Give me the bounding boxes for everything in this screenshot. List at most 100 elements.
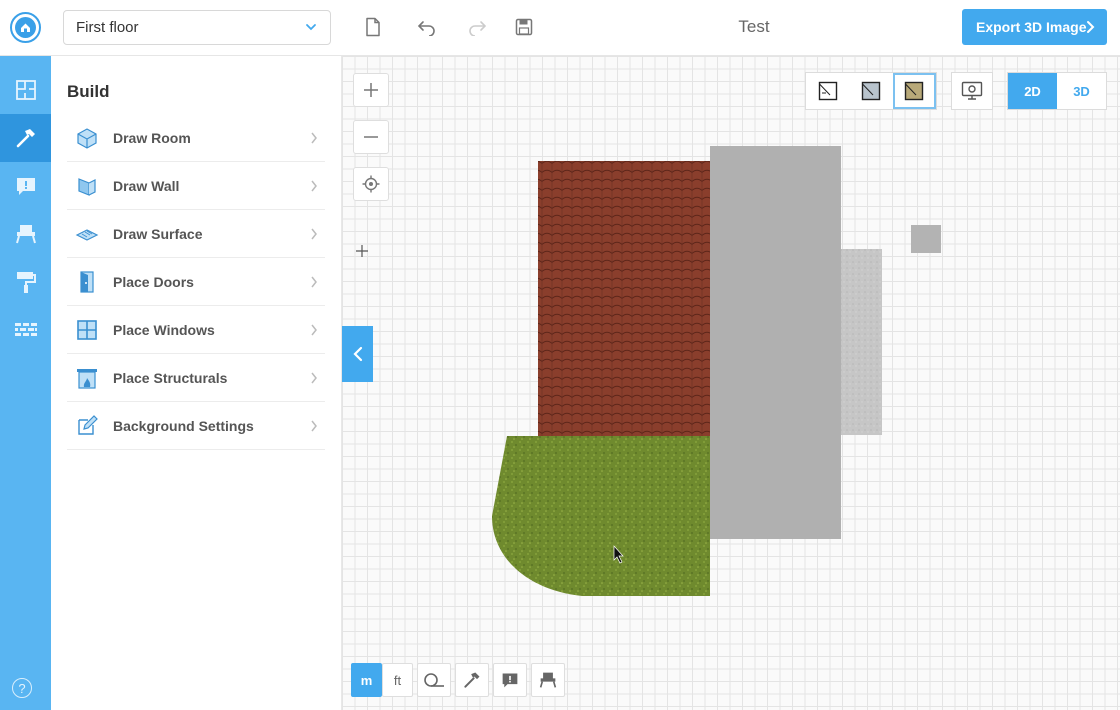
floor-select-value: First floor (76, 19, 139, 36)
floorplan-icon (15, 80, 36, 100)
comment-icon (16, 178, 35, 195)
unit-metric-button[interactable]: m (351, 663, 382, 697)
rail-build-button[interactable] (0, 114, 51, 162)
view-mode-outline-button[interactable] (806, 73, 849, 109)
toggle-3d-button[interactable]: 3D (1057, 73, 1106, 109)
minus-icon (364, 136, 378, 138)
unit-toggle: m ft (351, 663, 413, 697)
menu-item-background-settings[interactable]: Background Settings (67, 402, 325, 450)
redo-button[interactable] (465, 15, 489, 39)
hammer-icon (16, 129, 35, 148)
panel-title: Build (67, 82, 110, 101)
rail-walls-button[interactable] (0, 306, 51, 354)
house-logo-icon (15, 17, 36, 38)
menu-item-label: Background Settings (113, 417, 254, 434)
project-title: Test (738, 17, 770, 36)
furniture-mode-button[interactable] (531, 663, 565, 697)
rail-floorplan-button[interactable] (0, 66, 51, 114)
unit-imperial-button[interactable]: ft (382, 663, 413, 697)
menu-item-draw-room[interactable]: Draw Room (67, 114, 325, 162)
zoom-out-button[interactable] (353, 120, 389, 154)
draw-wall-icon (73, 172, 101, 200)
plan-textured-icon (905, 81, 924, 101)
crosshair-icon (362, 175, 380, 193)
paint-roller-icon (16, 272, 36, 293)
zoom-in-button[interactable] (353, 73, 389, 107)
rail-paint-button[interactable] (0, 258, 51, 306)
concrete-surface (841, 249, 882, 435)
chevron-left-icon (352, 346, 362, 362)
menu-item-label: Draw Wall (113, 177, 180, 194)
floorplan-canvas[interactable]: 2D 3D m ft (342, 56, 1120, 710)
hammer-icon (464, 672, 480, 688)
tape-measure-icon (424, 673, 444, 687)
menu-item-draw-wall[interactable]: Draw Wall (67, 162, 325, 210)
display-settings-group (951, 72, 993, 110)
undo-icon (417, 21, 435, 36)
small-gray-square (911, 225, 941, 253)
app-logo[interactable] (10, 12, 41, 43)
roof-tile-surface (538, 161, 710, 436)
menu-item-place-doors[interactable]: Place Doors (67, 258, 325, 306)
save-button[interactable] (512, 15, 536, 39)
build-panel: Build Draw Room Draw Wall Draw Surface P… (51, 56, 342, 710)
draw-surface-icon (73, 220, 101, 248)
chair-icon (15, 225, 36, 244)
display-settings-button[interactable] (952, 73, 992, 109)
help-button[interactable]: ? (12, 678, 32, 698)
new-file-button[interactable] (361, 15, 385, 39)
menu-item-label: Place Doors (113, 273, 194, 290)
build-menu: Draw Room Draw Wall Draw Surface Place D… (67, 114, 325, 450)
floor-view-mode-group (805, 72, 937, 110)
bottom-toolbar: m ft (351, 663, 565, 697)
floorplan-drawing (492, 146, 941, 596)
menu-item-draw-surface[interactable]: Draw Surface (67, 210, 325, 258)
view-mode-textured-button[interactable] (892, 73, 936, 109)
comment-mode-button[interactable] (493, 663, 527, 697)
menu-item-label: Place Structurals (113, 369, 228, 386)
origin-marker-icon (356, 245, 368, 257)
redo-icon (469, 21, 487, 36)
chevron-right-icon (311, 324, 317, 336)
menu-item-label: Place Windows (113, 321, 215, 338)
gray-wall-block (710, 146, 841, 539)
chevron-right-icon (1087, 21, 1095, 33)
chevron-right-icon (311, 420, 317, 432)
build-mode-button[interactable] (455, 663, 489, 697)
comment-icon (502, 673, 518, 688)
measure-tape-button[interactable] (417, 663, 451, 697)
menu-item-place-windows[interactable]: Place Windows (67, 306, 325, 354)
recenter-button[interactable] (353, 167, 389, 201)
menu-item-place-structurals[interactable]: Place Structurals (67, 354, 325, 402)
floor-select[interactable]: First floor (63, 10, 331, 45)
undo-button[interactable] (415, 15, 439, 39)
pencil-icon (73, 412, 101, 440)
rail-furniture-button[interactable] (0, 210, 51, 258)
chevron-right-icon (311, 132, 317, 144)
plan-filled-icon (861, 81, 881, 101)
top-bar: First floor Test Export 3D Image (0, 0, 1120, 56)
monitor-settings-icon (961, 81, 983, 100)
menu-item-label: Draw Room (113, 129, 191, 146)
grass-surface (492, 436, 710, 596)
brick-wall-icon (14, 323, 37, 336)
help-glyph: ? (18, 680, 26, 696)
save-icon (515, 18, 533, 36)
collapse-panel-button[interactable] (342, 326, 373, 382)
chevron-right-icon (311, 372, 317, 384)
export-3d-image-button[interactable]: Export 3D Image (962, 9, 1107, 45)
rail-comments-button[interactable] (0, 162, 51, 210)
view-mode-filled-button[interactable] (849, 73, 892, 109)
chevron-down-icon (306, 24, 316, 31)
toggle-2d-button[interactable]: 2D (1008, 73, 1057, 109)
fireplace-icon (73, 364, 101, 392)
export-button-label: Export 3D Image (976, 19, 1087, 35)
chevron-right-icon (311, 276, 317, 288)
chair-icon (539, 672, 557, 688)
plus-icon (364, 83, 378, 97)
window-icon (73, 316, 101, 344)
menu-item-label: Draw Surface (113, 225, 203, 242)
dimension-toggle: 2D 3D (1007, 72, 1107, 110)
chevron-right-icon (311, 180, 317, 192)
chevron-right-icon (311, 228, 317, 240)
